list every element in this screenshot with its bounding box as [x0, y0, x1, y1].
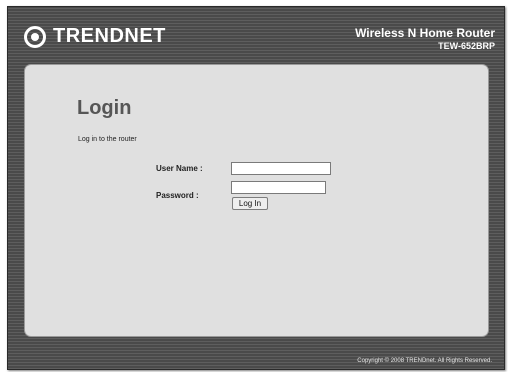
product-name: Wireless N Home Router — [355, 26, 495, 40]
product-info: Wireless N Home Router TEW-652BRP — [355, 26, 495, 51]
brand-logo: TRENDNET — [24, 25, 166, 48]
trendnet-logo-icon — [24, 25, 46, 48]
copyright-footer: Copyright © 2008 TRENDnet. All Rights Re… — [357, 358, 492, 364]
login-button[interactable]: Log In — [232, 197, 268, 210]
brand-name: TRENDNET — [53, 25, 166, 47]
page-subtitle: Log in to the router — [78, 136, 137, 143]
header: TRENDNET Wireless N Home Router TEW-652B… — [8, 7, 504, 63]
password-field[interactable] — [231, 181, 326, 194]
product-model: TEW-652BRP — [438, 41, 495, 51]
password-label: Password : — [156, 191, 199, 200]
login-panel: Login Log in to the router User Name : P… — [24, 64, 489, 337]
page-title: Login — [77, 97, 132, 119]
router-window: TRENDNET Wireless N Home Router TEW-652B… — [7, 6, 505, 370]
username-label: User Name : — [156, 164, 203, 173]
username-field[interactable] — [231, 162, 331, 175]
